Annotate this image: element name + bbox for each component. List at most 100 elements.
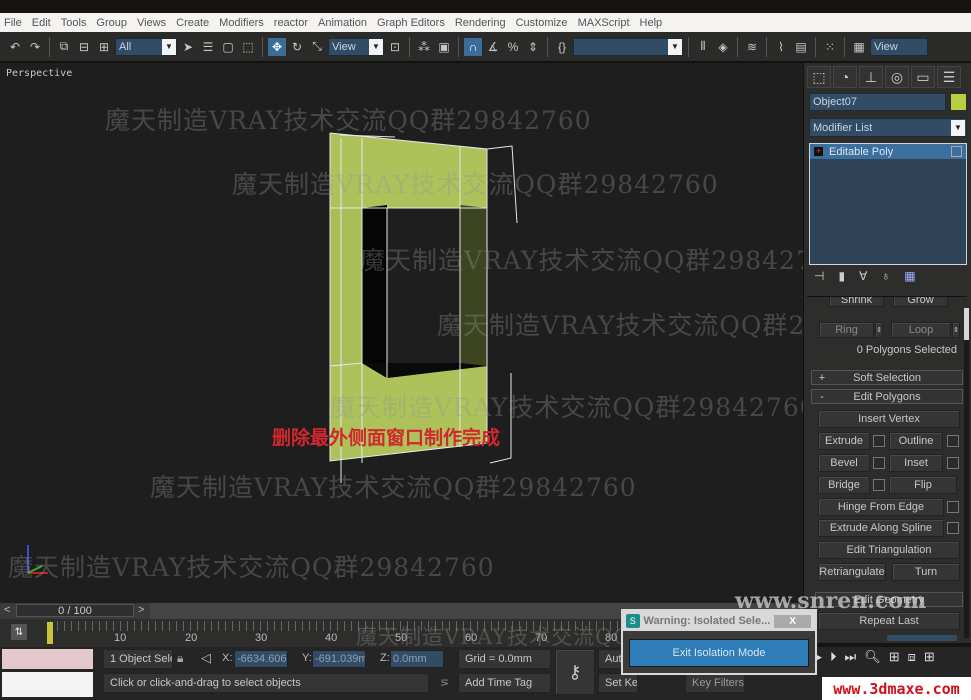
- configure-sets-icon[interactable]: ▦: [904, 269, 915, 283]
- menu-maxscript[interactable]: MAXScript: [573, 17, 635, 29]
- stack-item-editable-poly[interactable]: + Editable Poly: [810, 144, 966, 159]
- zoom-extents-icon[interactable]: ⧈: [908, 649, 916, 665]
- extrude-button[interactable]: Extrude: [818, 432, 870, 450]
- menu-edit[interactable]: Edit: [27, 17, 56, 29]
- reference-coord-dropdown[interactable]: View ▼: [328, 37, 384, 56]
- menu-group[interactable]: Group: [91, 17, 132, 29]
- extrude-along-spline-settings-button[interactable]: [947, 522, 959, 534]
- y-coordinate-field[interactable]: -691.039mi: [312, 650, 366, 668]
- insert-vertex-button[interactable]: Insert Vertex: [818, 410, 960, 428]
- inset-settings-button[interactable]: [947, 457, 959, 469]
- show-end-result-icon[interactable]: ▮: [838, 269, 845, 283]
- undo-icon[interactable]: ↶: [6, 38, 24, 56]
- menu-tools[interactable]: Tools: [56, 17, 92, 29]
- menu-rendering[interactable]: Rendering: [450, 17, 511, 29]
- grow-button[interactable]: Grow: [893, 297, 948, 307]
- viewport-layout-field[interactable]: View: [870, 37, 928, 56]
- loop-spinner[interactable]: ⇕: [952, 322, 960, 338]
- scale-icon[interactable]: ⤡: [308, 38, 326, 56]
- display-tab-icon[interactable]: ▭: [911, 66, 935, 88]
- turn-button[interactable]: Turn: [892, 563, 960, 581]
- hierarchy-tab-icon[interactable]: ⊥: [859, 66, 883, 88]
- rotate-icon[interactable]: ↻: [288, 38, 306, 56]
- loop-button[interactable]: Loop: [891, 322, 951, 338]
- time-prev-button[interactable]: <: [4, 604, 10, 616]
- object-color-swatch[interactable]: [951, 94, 966, 110]
- object-name-field[interactable]: Object07: [809, 93, 946, 111]
- pin-stack-icon[interactable]: ⊣: [814, 269, 824, 283]
- menu-reactor[interactable]: reactor: [269, 17, 313, 29]
- zoom-icon[interactable]: 🔍︎: [864, 649, 881, 665]
- bevel-button[interactable]: Bevel: [818, 454, 870, 472]
- menu-create[interactable]: Create: [171, 17, 214, 29]
- redo-icon[interactable]: ↷: [26, 38, 44, 56]
- extrude-settings-button[interactable]: [873, 435, 885, 447]
- dialog-titlebar[interactable]: S Warning: Isolated Sele... X: [623, 611, 815, 631]
- set-key-mode-key-icon[interactable]: ⚷: [555, 649, 595, 695]
- modifier-list-dropdown[interactable]: Modifier List ▼: [809, 118, 967, 137]
- render-setup-icon[interactable]: ▦: [850, 38, 868, 56]
- create-tab-icon[interactable]: ⬚: [807, 66, 831, 88]
- angle-snap-icon[interactable]: ∡: [484, 38, 502, 56]
- dialog-close-button[interactable]: X: [774, 614, 811, 628]
- hinge-settings-button[interactable]: [947, 501, 959, 513]
- window-crossing-icon[interactable]: ⬚: [239, 38, 257, 56]
- time-tag-icon[interactable]: ⋝: [440, 676, 449, 689]
- material-editor-icon[interactable]: ⁙: [821, 38, 839, 56]
- move-icon[interactable]: ✥: [268, 37, 286, 56]
- make-unique-icon[interactable]: ∀: [859, 269, 867, 283]
- align-icon[interactable]: ◈: [714, 38, 732, 56]
- pivot-icon[interactable]: ⊡: [386, 38, 404, 56]
- unlink-icon[interactable]: ⊟: [75, 38, 93, 56]
- select-object-icon[interactable]: ➤: [179, 38, 197, 56]
- exit-isolation-mode-button[interactable]: Exit Isolation Mode: [629, 639, 809, 667]
- rect-region-icon[interactable]: ▢: [219, 38, 237, 56]
- hinge-from-edge-button[interactable]: Hinge From Edge: [818, 498, 944, 516]
- schematic-view-icon[interactable]: ▤: [792, 38, 810, 56]
- modify-tab-icon[interactable]: ◔: [833, 66, 857, 88]
- flip-button[interactable]: Flip: [889, 476, 957, 494]
- outline-button[interactable]: Outline: [889, 432, 943, 450]
- ring-button[interactable]: Ring: [819, 322, 874, 338]
- select-by-name-icon[interactable]: ☰: [199, 38, 217, 56]
- utilities-tab-icon[interactable]: ☰: [937, 66, 961, 88]
- keyboard-shortcut-icon[interactable]: ▣: [435, 38, 453, 56]
- repeat-last-button[interactable]: Repeat Last: [818, 612, 960, 630]
- select-link-icon[interactable]: ⧉: [55, 38, 73, 56]
- lock-selection-icon[interactable]: 🔒︎: [177, 651, 183, 666]
- menu-views[interactable]: Views: [132, 17, 171, 29]
- soft-selection-rollout[interactable]: + Soft Selection: [811, 370, 963, 385]
- manipulate-icon[interactable]: ⁂: [415, 38, 433, 56]
- bind-spacewarp-icon[interactable]: ⊞: [95, 38, 113, 56]
- edit-triangulation-button[interactable]: Edit Triangulation: [818, 541, 960, 559]
- current-frame-marker[interactable]: [47, 622, 53, 644]
- bevel-settings-button[interactable]: [873, 457, 885, 469]
- menu-animation[interactable]: Animation: [313, 17, 372, 29]
- spinner-snap-icon[interactable]: ⇕: [524, 38, 542, 56]
- add-time-tag-button[interactable]: Add Time Tag: [458, 673, 551, 693]
- perspective-viewport[interactable]: Perspective 魔天制造VRAY技术交流QQ群29842760 魔天制造…: [0, 63, 803, 603]
- mirror-icon[interactable]: ⫴: [694, 38, 712, 56]
- retriangulate-button[interactable]: Retriangulate: [818, 563, 886, 581]
- expand-icon[interactable]: +: [814, 147, 823, 156]
- menu-file[interactable]: File: [0, 17, 27, 29]
- outline-settings-button[interactable]: [947, 435, 959, 447]
- inset-button[interactable]: Inset: [889, 454, 943, 472]
- bridge-settings-button[interactable]: [873, 479, 885, 491]
- curve-editor-icon[interactable]: ⌇: [772, 38, 790, 56]
- x-coordinate-field[interactable]: -6634.606r: [234, 650, 288, 668]
- track-view-toggle-icon[interactable]: ⇅: [11, 624, 27, 640]
- percent-snap-icon[interactable]: %: [504, 38, 522, 56]
- edit-polygons-rollout[interactable]: - Edit Polygons: [811, 389, 963, 404]
- maxscript-listener-mini[interactable]: [2, 649, 93, 669]
- remove-modifier-icon[interactable]: ♁: [881, 269, 890, 283]
- set-key-button[interactable]: Set Key: [598, 673, 638, 693]
- shrink-button[interactable]: Shrink: [829, 297, 884, 307]
- zoom-all-icon[interactable]: ⊞: [889, 649, 900, 665]
- bridge-button[interactable]: Bridge: [818, 476, 870, 494]
- z-coordinate-field[interactable]: 0.0mm: [390, 650, 444, 668]
- edit-named-selection-icon[interactable]: {}: [553, 38, 571, 56]
- rollout-scrollbar[interactable]: [964, 308, 969, 638]
- zoom-extents-all-icon[interactable]: ⊞: [924, 649, 935, 665]
- named-selection-dropdown[interactable]: ▼: [573, 37, 683, 56]
